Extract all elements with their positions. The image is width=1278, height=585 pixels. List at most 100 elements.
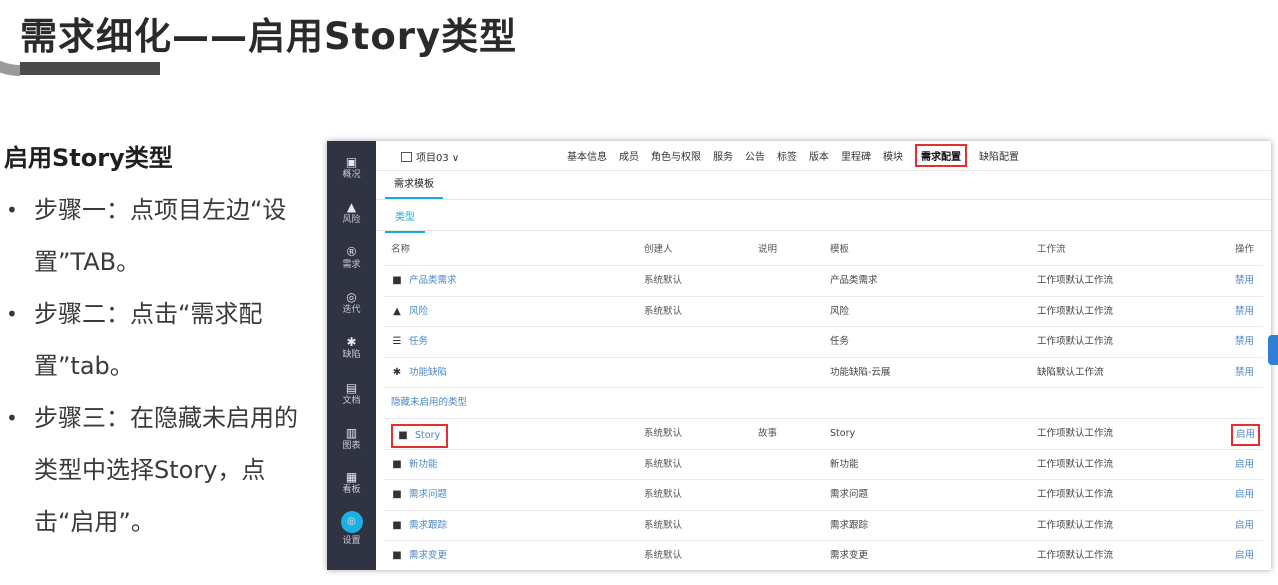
cell-creator: 系统默认 [644,305,683,317]
bullet-icon: • [6,198,18,222]
tab-settings-item[interactable]: 基本信息 [567,148,607,163]
type-name-link[interactable]: 需求变更 [409,550,447,561]
type-name-link[interactable]: 需求跟踪 [409,520,447,531]
toggle-link[interactable]: 禁用 [1235,336,1254,347]
toggle-link[interactable]: 禁用 [1235,275,1254,286]
cell-operation: 禁用 [1235,327,1254,357]
table-row: ■ 新功能 系统默认 新功能 工作项默认工作流 启用 [383,450,1263,481]
sidebar-item-label: 概况 [342,170,361,180]
topbar: 项目03 ∨ 基本信息 成员 角色与权限 服务 公告 标签 版本 里程碑 模块 需求配置 缺陷配置 [376,141,1271,171]
sidebar-item[interactable]: ▤ 文档 [327,381,376,408]
cell-operation: 启用 [1235,450,1254,480]
step-text: 步骤三：在隐藏未启用的类型中选择Story，点击“启用”。 [34,404,298,536]
bookmark-icon: ■ [392,489,402,501]
sidebar-item[interactable]: ® 需求 [327,245,376,272]
tab-requirement-template[interactable]: 需求模板 [385,175,443,199]
sidebar-item-label: 图表 [342,441,361,451]
column-header-description: 说明 [758,244,778,255]
type-name-link[interactable]: Story [415,430,440,441]
sidebar-item-label: 风险 [342,215,361,225]
column-header-creator: 创建人 [644,244,673,255]
sidebar-item[interactable]: ◎ 迭代 [327,290,376,317]
cell-workflow: 缺陷默认工作流 [1037,366,1104,378]
app-screenshot: ▣ 概况 ▲ 风险 ® 需求 ◎ 迭代 ✱ 缺陷 ▤ 文档 ▥ 图表 ▦ 看板 ◎ 设置 项目03 ∨ 基本信息成… [327,141,1271,570]
tab-settings-item[interactable]: 成员 [619,148,639,163]
table-row: ■ 产品类需求 系统默认 产品类需求 工作项默认工作流 禁用 [383,266,1263,297]
sidebar-item[interactable]: ◎ 设置 [327,511,376,548]
slide-title: 需求细化——启用Story类型 [20,15,518,58]
tab-settings-item[interactable]: 里程碑 [841,148,871,163]
title-underline-bar [20,62,160,75]
side-float-tab[interactable] [1268,335,1278,365]
sidebar-item-label: 需求 [342,260,361,270]
cell-creator: 系统默认 [644,275,683,286]
tab-settings-item[interactable]: 服务 [713,148,733,163]
toggle-link[interactable]: 启用 [1235,550,1254,561]
type-name-link[interactable]: 产品类需求 [409,275,457,286]
type-name-link[interactable]: 风险 [409,306,428,317]
tab-settings-item[interactable]: 公告 [745,148,765,163]
warning-icon: ▲ [346,200,357,214]
sidebar-item-label: 迭代 [342,305,361,315]
tab-settings-item[interactable]: 角色与权限 [651,148,701,163]
sidebar-item[interactable]: ▥ 图表 [327,426,376,453]
cell-template: 产品类需求 [830,275,878,286]
cell-workflow: 工作项默认工作流 [1037,489,1114,501]
settings-icon: ◎ [340,511,363,533]
chart-icon: ▥ [345,426,358,440]
step-item: • 步骤三：在隐藏未启用的类型中选择Story，点击“启用”。 [6,392,318,548]
type-name-link[interactable]: 需求问题 [409,489,447,500]
steps-list: • 步骤一：点项目左边“设置”TAB。 • 步骤二：点击“需求配置”tab。 • 步骤… [6,184,318,548]
tab-settings-item[interactable]: 需求配置 [915,144,967,167]
cell-template: Story [830,427,856,439]
project-selector[interactable]: 项目03 ∨ [401,149,459,164]
cell-name: ■ 产品类需求 [391,266,457,296]
cell-name: ■ Story [391,419,449,451]
enable-button[interactable]: 启用 [1231,423,1261,446]
type-table: 名称 创建人 说明 模板 工作流 操作 ■ 产品类需求 系统默认 产品类需求 工作项默认… [383,235,1263,570]
sidebar: ▣ 概况 ▲ 风险 ® 需求 ◎ 迭代 ✱ 缺陷 ▤ 文档 ▥ 图表 ▦ 看板 ◎ 设置 [327,141,376,570]
tab-settings-item[interactable]: 标签 [777,148,797,163]
bookmark-icon: ■ [392,550,402,562]
document-icon: ▤ [345,381,358,395]
cell-template: 需求问题 [830,489,869,501]
type-name-link[interactable]: 新功能 [409,459,438,470]
cell-creator: 系统默认 [644,458,683,470]
cell-workflow: 工作项默认工作流 [1037,305,1114,317]
cell-operation: 禁用 [1235,297,1254,327]
sidebar-item[interactable]: ▣ 概况 [327,155,376,182]
cell-template: 功能缺陷-云展 [830,366,891,378]
requirement-icon: ® [345,245,358,259]
bullet-icon: • [6,302,18,326]
table-row: ■ Story 系统默认 故事 Story 工作项默认工作流 启用 [383,419,1263,450]
title-decoration [0,0,20,76]
cell-workflow: 工作项默认工作流 [1037,275,1114,286]
tab-settings-item[interactable]: 模块 [883,148,903,163]
toggle-link[interactable]: 启用 [1235,459,1254,470]
sidebar-item[interactable]: ✱ 缺陷 [327,335,376,362]
table-row: ■ 需求跟踪 系统默认 需求跟踪 工作项默认工作流 启用 [383,511,1263,542]
cell-workflow: 工作项默认工作流 [1037,458,1114,470]
cell-name: ✱ 功能缺陷 [391,358,447,388]
overview-icon: ▣ [345,155,358,169]
cell-operation: 启用 [1235,511,1254,541]
hidden-types-label[interactable]: 隐藏未启用的类型 [391,388,467,418]
toggle-link[interactable]: 启用 [1235,520,1254,531]
table-row: ■ 需求问题 系统默认 需求问题 工作项默认工作流 启用 [383,480,1263,511]
tab-settings-item[interactable]: 缺陷配置 [979,148,1019,163]
toggle-link[interactable]: 禁用 [1235,306,1254,317]
sidebar-item[interactable]: ▲ 风险 [327,200,376,227]
section-heading: 启用Story类型 [4,144,173,172]
type-name-link[interactable]: 任务 [409,336,428,347]
cell-workflow: 工作项默认工作流 [1037,550,1114,562]
board-icon: ▦ [345,470,358,484]
divider [376,199,1271,200]
column-header-workflow: 工作流 [1037,244,1066,255]
toggle-link[interactable]: 禁用 [1235,367,1254,378]
cell-description: 故事 [758,427,778,439]
cell-name: ■ 需求变更 [391,541,447,570]
toggle-link[interactable]: 启用 [1235,489,1254,500]
type-name-link[interactable]: 功能缺陷 [409,367,447,378]
sidebar-item[interactable]: ▦ 看板 [327,470,376,497]
tab-settings-item[interactable]: 版本 [809,148,829,163]
